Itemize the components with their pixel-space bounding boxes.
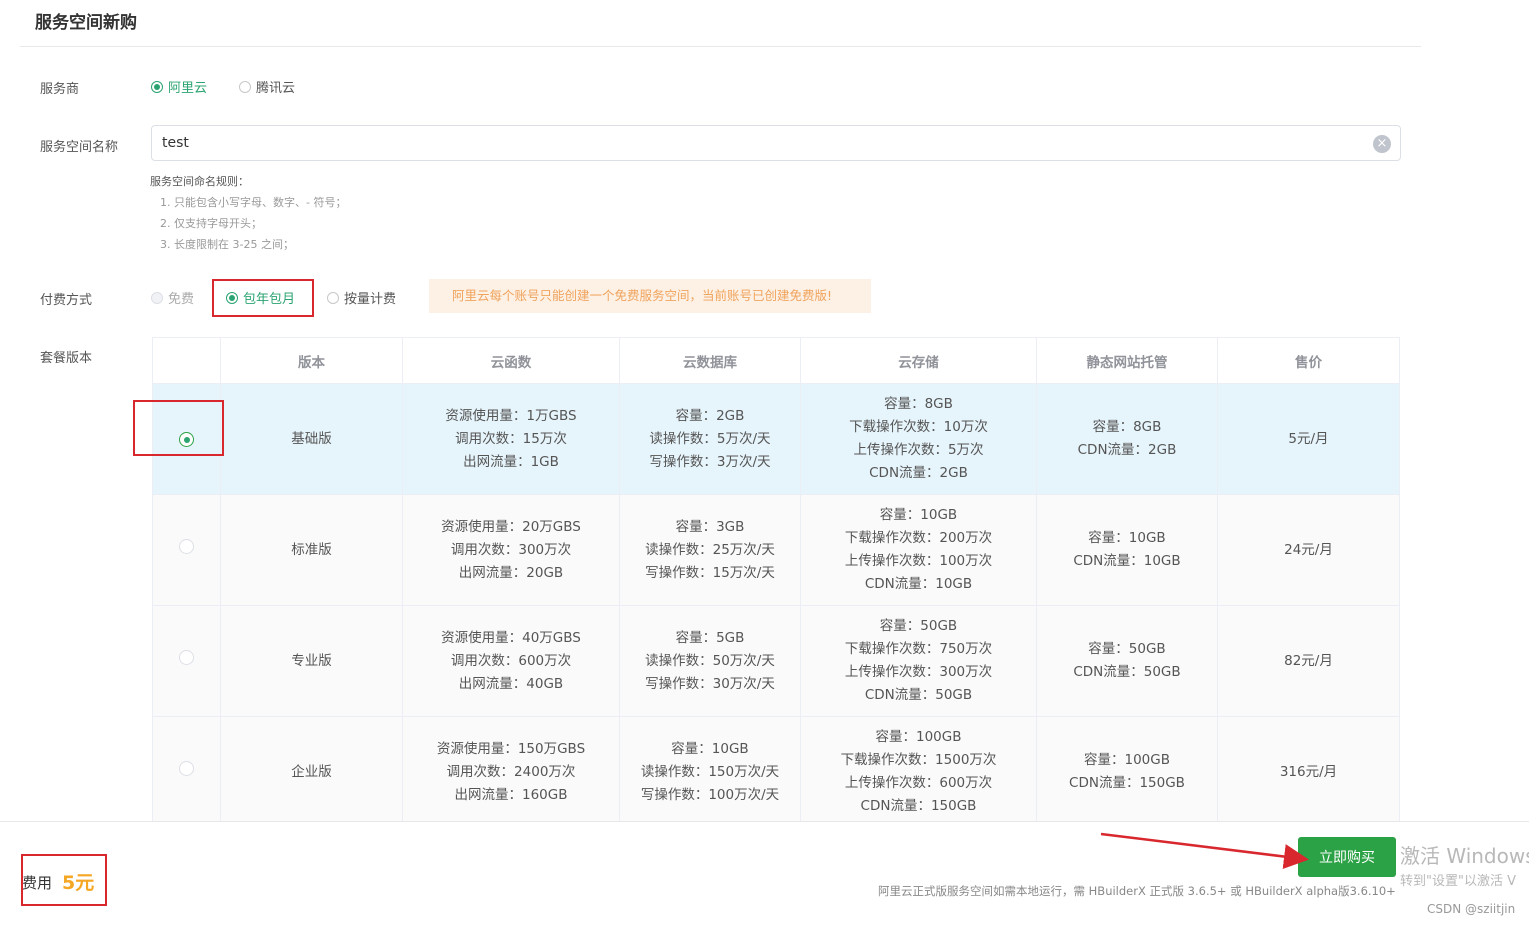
windows-activation-title: 激活 Windows xyxy=(1400,844,1529,868)
watermark: CSDN @sziitjin xyxy=(1427,902,1516,916)
windows-activation-subtitle: 转到"设置"以激活 V xyxy=(1400,874,1516,889)
annotation-arrow xyxy=(1100,832,1309,869)
